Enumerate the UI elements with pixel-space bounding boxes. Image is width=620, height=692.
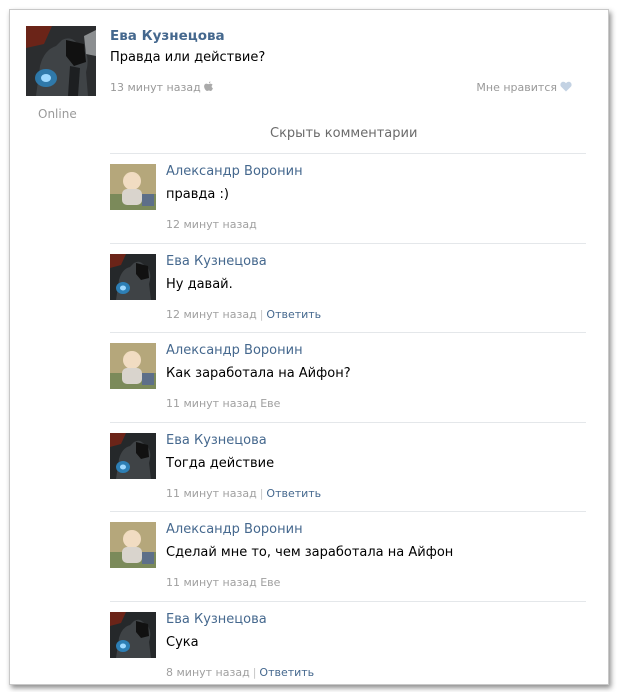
comment-meta: 11 минут назад Еве [166, 397, 280, 410]
meta-separator: | [259, 486, 264, 500]
comment-meta: 12 минут назад | Ответить [166, 308, 321, 321]
comment-item: Александр Воронин Как заработала на Айфо… [110, 332, 586, 422]
post-card: Online Ева Кузнецова Правда или действие… [9, 9, 609, 685]
meta-separator: | [259, 307, 264, 321]
comment-author-name[interactable]: Александр Воронин [166, 343, 303, 358]
reply-to-name[interactable]: Еве [260, 576, 280, 589]
comment-author-name[interactable]: Ева Кузнецова [166, 433, 267, 448]
post-time[interactable]: 13 минут назад [110, 81, 201, 94]
heart-icon [560, 81, 572, 95]
reply-button[interactable]: Ответить [259, 666, 314, 679]
comment-item: Александр Воронин Сделай мне то, чем зар… [110, 511, 586, 601]
comment-author-avatar[interactable] [110, 611, 156, 658]
comment-author-name[interactable]: Александр Воронин [166, 522, 303, 537]
apple-icon [203, 81, 213, 95]
comment-time[interactable]: 11 минут назад [166, 397, 257, 410]
comment-item: Ева Кузнецова Тогда действие 11 минут на… [110, 421, 586, 512]
like-label: Мне нравится [476, 81, 557, 94]
online-status: Online [38, 107, 77, 121]
comment-text: Сделай мне то, чем заработала на Айфон [166, 545, 454, 560]
comment-author-avatar[interactable] [110, 164, 156, 210]
comment-text: правда :) [166, 187, 229, 202]
comment-item: Ева Кузнецова Ну давай. 12 минут назад | О… [110, 242, 586, 333]
comments-list: Александр Воронин правда :) 12 минут наз… [110, 153, 586, 690]
post-meta: 13 минут назад [110, 81, 213, 95]
comment-meta: 12 минут назад [166, 218, 257, 231]
reply-button[interactable]: Ответить [266, 308, 321, 321]
comment-author-name[interactable]: Ева Кузнецова [166, 612, 267, 627]
comment-author-avatar[interactable] [110, 253, 156, 300]
comment-text: Как заработала на Айфон? [166, 366, 351, 381]
post-text: Правда или действие? [110, 50, 266, 65]
post-author-avatar[interactable] [26, 26, 96, 96]
comment-text: Ну давай. [166, 276, 233, 292]
comment-meta: 11 минут назад Еве [166, 576, 280, 589]
comment-time[interactable]: 8 минут назад [166, 666, 250, 679]
comment-time[interactable]: 12 минут назад [166, 308, 257, 321]
post-author-name[interactable]: Ева Кузнецова [110, 28, 225, 44]
comment-text: Тогда действие [166, 455, 275, 471]
comment-author-name[interactable]: Александр Воронин [166, 164, 303, 179]
comment-meta: 8 минут назад | Ответить [166, 666, 314, 679]
comment-time[interactable]: 12 минут назад [166, 218, 257, 231]
comment-author-name[interactable]: Ева Кузнецова [166, 254, 267, 269]
comment-author-avatar[interactable] [110, 432, 156, 479]
comment-item: Александр Воронин правда :) 12 минут наз… [110, 153, 586, 243]
reply-button[interactable]: Ответить [266, 487, 321, 500]
comment-time[interactable]: 11 минут назад [166, 487, 257, 500]
comment-author-avatar[interactable] [110, 522, 156, 568]
comment-author-avatar[interactable] [110, 343, 156, 389]
comment-item: Ева Кузнецова Сука 8 минут назад | Ответит… [110, 600, 586, 691]
comment-meta: 11 минут назад | Ответить [166, 487, 321, 500]
hide-comments-link[interactable]: Скрыть комментарии [270, 126, 417, 141]
comment-text: Сука [166, 634, 199, 650]
comment-time[interactable]: 11 минут назад [166, 576, 257, 589]
reply-to-name[interactable]: Еве [260, 397, 280, 410]
meta-separator: | [252, 665, 257, 679]
like-button[interactable]: Мне нравится [476, 81, 572, 95]
